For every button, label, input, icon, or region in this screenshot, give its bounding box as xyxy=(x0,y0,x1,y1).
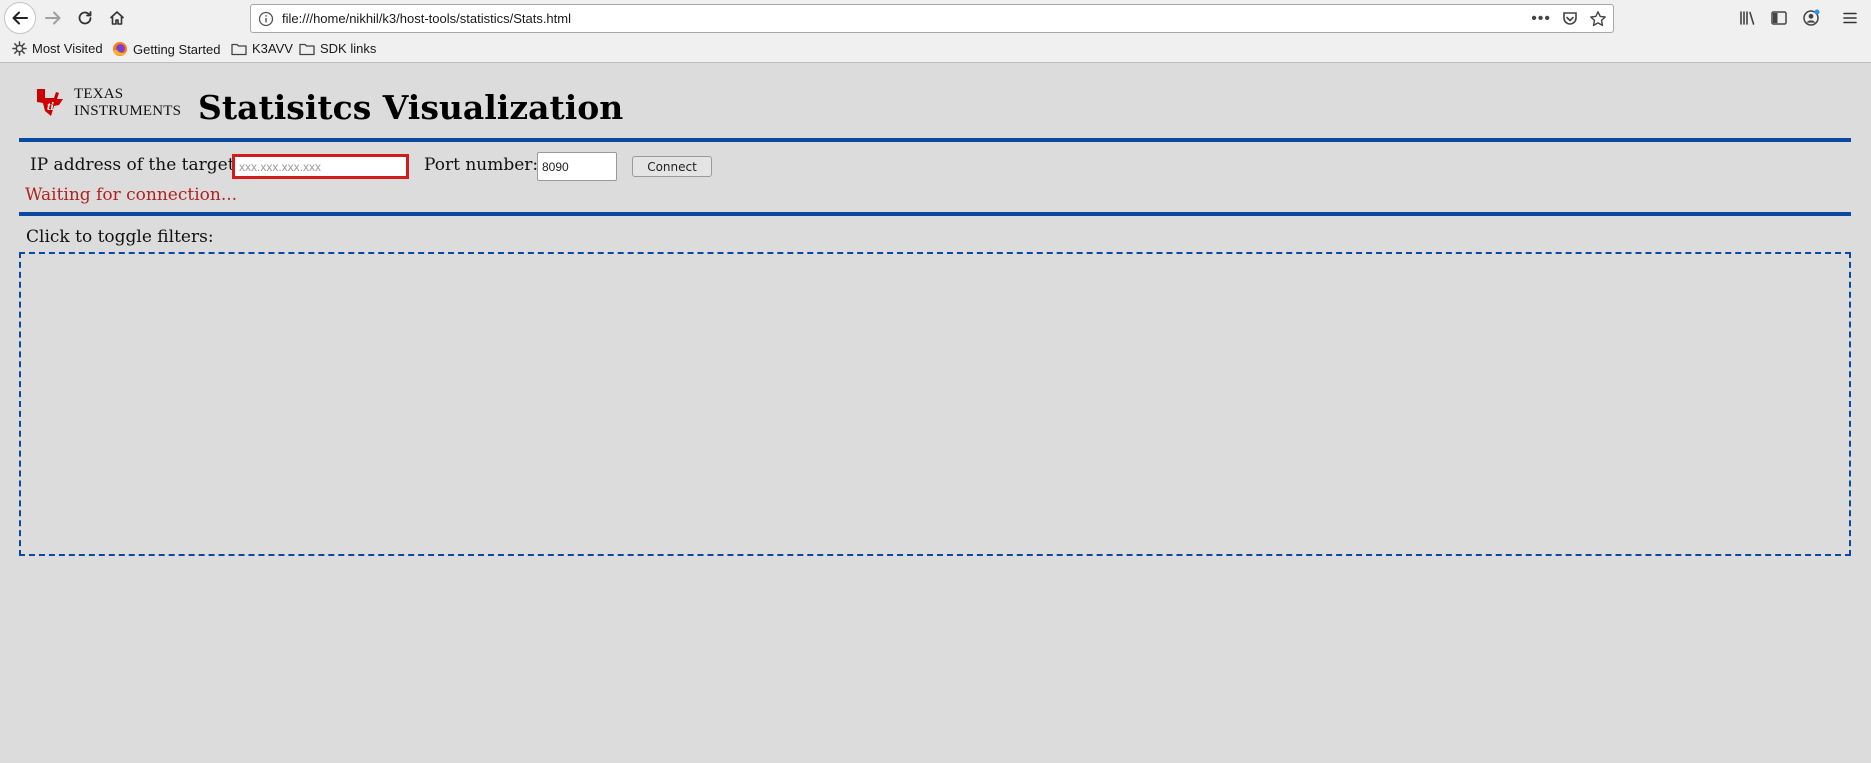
connection-status: Waiting for connection... xyxy=(25,185,238,205)
bookmark-label: Getting Started xyxy=(133,41,221,57)
back-button[interactable] xyxy=(4,2,36,34)
library-icon xyxy=(1740,11,1755,25)
filters-label: Click to toggle filters: xyxy=(26,227,214,247)
account-button[interactable] xyxy=(1799,6,1823,30)
gear-icon xyxy=(12,41,27,56)
folder-icon xyxy=(231,43,247,55)
hamburger-menu-icon xyxy=(1843,12,1857,24)
bookmark-star-icon[interactable] xyxy=(1589,10,1607,28)
header-divider xyxy=(19,138,1851,142)
browser-toolbar: file:///home/nikhil/k3/host-tools/statis… xyxy=(0,0,1871,37)
bookmarks-toolbar: Most Visited Getting Started K3AVV SDK l… xyxy=(0,37,1871,63)
folder-icon xyxy=(299,43,315,55)
library-button[interactable] xyxy=(1735,6,1759,30)
info-icon[interactable] xyxy=(258,11,274,27)
page-title: Statisitcs Visualization xyxy=(198,88,624,127)
ti-logo: ti Texas Instruments xyxy=(32,86,181,122)
home-button[interactable] xyxy=(102,3,132,33)
section-divider xyxy=(19,212,1851,216)
page-actions-icon[interactable]: ••• xyxy=(1531,10,1551,28)
port-number-input[interactable] xyxy=(537,152,617,181)
bookmark-most-visited[interactable]: Most Visited xyxy=(12,41,103,56)
logo-line-2: Instruments xyxy=(74,103,182,119)
home-icon xyxy=(109,11,125,25)
ip-address-input[interactable] xyxy=(232,154,409,179)
ip-address-label: IP address of the target: xyxy=(30,155,241,175)
bookmark-label: K3AVV xyxy=(252,41,293,56)
svg-text:ti: ti xyxy=(47,99,54,113)
pocket-icon[interactable] xyxy=(1561,10,1579,28)
account-icon xyxy=(1803,9,1820,26)
forward-arrow-icon xyxy=(45,11,61,25)
back-arrow-icon xyxy=(12,11,28,25)
reload-button[interactable] xyxy=(70,3,100,33)
bookmark-label: Most Visited xyxy=(32,41,103,56)
bookmark-label: SDK links xyxy=(320,41,377,56)
reload-icon xyxy=(78,11,92,25)
sidebar-button[interactable] xyxy=(1767,6,1791,30)
port-number-label: Port number: xyxy=(424,155,539,175)
bookmark-folder-sdk-links[interactable]: SDK links xyxy=(299,41,376,56)
url-text[interactable]: file:///home/nikhil/k3/host-tools/statis… xyxy=(282,11,571,26)
firefox-icon xyxy=(113,42,127,56)
bookmark-getting-started[interactable]: Getting Started xyxy=(112,41,220,57)
forward-button[interactable] xyxy=(38,3,68,33)
filters-container[interactable] xyxy=(19,252,1851,556)
connect-button[interactable]: Connect xyxy=(632,156,712,177)
sidebar-icon xyxy=(1771,11,1787,25)
ti-logo-icon: ti xyxy=(37,89,63,116)
menu-button[interactable] xyxy=(1838,6,1862,30)
bookmark-folder-k3avv[interactable]: K3AVV xyxy=(231,41,293,56)
url-bar[interactable]: file:///home/nikhil/k3/host-tools/statis… xyxy=(250,4,1614,33)
logo-line-1: Texas xyxy=(74,86,124,102)
